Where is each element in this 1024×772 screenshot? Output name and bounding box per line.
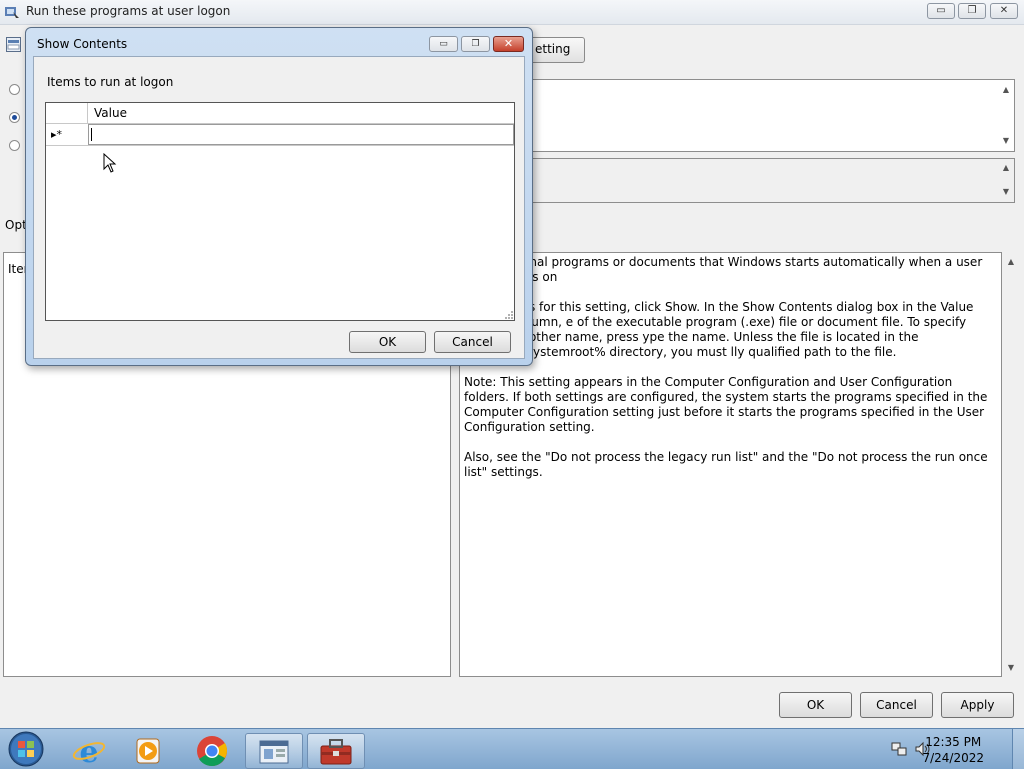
network-icon[interactable] <box>891 741 907 757</box>
media-player-icon[interactable] <box>122 733 176 769</box>
start-orb-icon[interactable] <box>6 730 46 768</box>
comment-box[interactable] <box>527 79 1015 152</box>
dialog-title: Show Contents <box>37 37 128 51</box>
help-paragraph: Note: This setting appears in the Comput… <box>464 375 988 434</box>
new-row-marker-icon: ▸* <box>51 128 63 141</box>
comment-scroll-up-icon[interactable]: ▲ <box>1001 85 1011 94</box>
internet-explorer-icon[interactable]: e <box>62 733 116 770</box>
dialog-maximize-button[interactable]: ❐ <box>461 36 490 52</box>
next-setting-button-label: etting <box>535 42 571 56</box>
help-paragraph: Also, see the "Do not process the legacy… <box>464 450 988 479</box>
supported-scroll-up-icon[interactable]: ▲ <box>1001 163 1011 172</box>
help-paragraph: ues for this setting, click Show. In the… <box>514 300 974 359</box>
disabled-radio[interactable] <box>9 140 20 151</box>
help-text: tional programs or documents that Window… <box>464 255 994 495</box>
dialog-close-button[interactable]: ✕ <box>493 36 524 52</box>
help-scroll-up-icon[interactable]: ▲ <box>1006 257 1016 266</box>
clock-date: 7/24/2022 <box>922 751 984 765</box>
cancel-button[interactable]: Cancel <box>860 692 933 718</box>
toolbox-taskbar-button[interactable] <box>307 733 365 769</box>
grid-resize-grip-icon[interactable] <box>504 309 514 319</box>
dialog-ok-button[interactable]: OK <box>349 331 426 353</box>
system-clock[interactable]: 12:35 PM 7/24/2022 <box>922 734 984 766</box>
group-policy-editor-taskbar-button[interactable] <box>245 733 303 769</box>
main-window-title: Run these programs at user logon <box>26 4 231 18</box>
show-desktop-button[interactable] <box>1012 729 1024 769</box>
value-column-header[interactable]: Value <box>94 106 127 120</box>
enabled-radio[interactable] <box>9 112 20 123</box>
help-paragraph: tional programs or documents that Window… <box>514 255 983 284</box>
setting-small-icon <box>6 37 21 52</box>
minimize-button[interactable]: ▭ <box>927 3 955 19</box>
options-label: Opt <box>5 218 27 232</box>
comment-scroll-down-icon[interactable]: ▼ <box>1001 136 1011 145</box>
clock-time: 12:35 PM <box>925 735 982 749</box>
policy-app-icon <box>4 4 20 20</box>
help-scroll-down-icon[interactable]: ▼ <box>1006 663 1016 672</box>
text-caret <box>91 128 92 141</box>
grid-header-separator <box>87 103 88 123</box>
maximize-button[interactable]: ❐ <box>958 3 986 19</box>
value-cell-input[interactable] <box>88 124 514 145</box>
main-window-titlebar: Run these programs at user logon ▭ ❐ ✕ <box>0 0 1024 25</box>
close-button[interactable]: ✕ <box>990 3 1018 19</box>
svg-text:e: e <box>79 735 98 769</box>
chrome-icon[interactable] <box>185 733 239 769</box>
taskbar: e 12:35 PM 7/24/2022 <box>0 728 1024 770</box>
supported-on-box <box>527 158 1015 203</box>
ok-button[interactable]: OK <box>779 692 852 718</box>
apply-button[interactable]: Apply <box>941 692 1014 718</box>
mouse-pointer-icon <box>103 152 117 173</box>
items-to-run-at-logon-label: Items to run at logon <box>47 75 174 89</box>
dialog-minimize-button[interactable]: ▭ <box>429 36 458 52</box>
not-configured-radio[interactable] <box>9 84 20 95</box>
values-grid[interactable]: Value ▸* <box>45 102 515 321</box>
grid-row-divider <box>46 145 514 146</box>
supported-scroll-down-icon[interactable]: ▼ <box>1001 187 1011 196</box>
dialog-cancel-button[interactable]: Cancel <box>434 331 511 353</box>
